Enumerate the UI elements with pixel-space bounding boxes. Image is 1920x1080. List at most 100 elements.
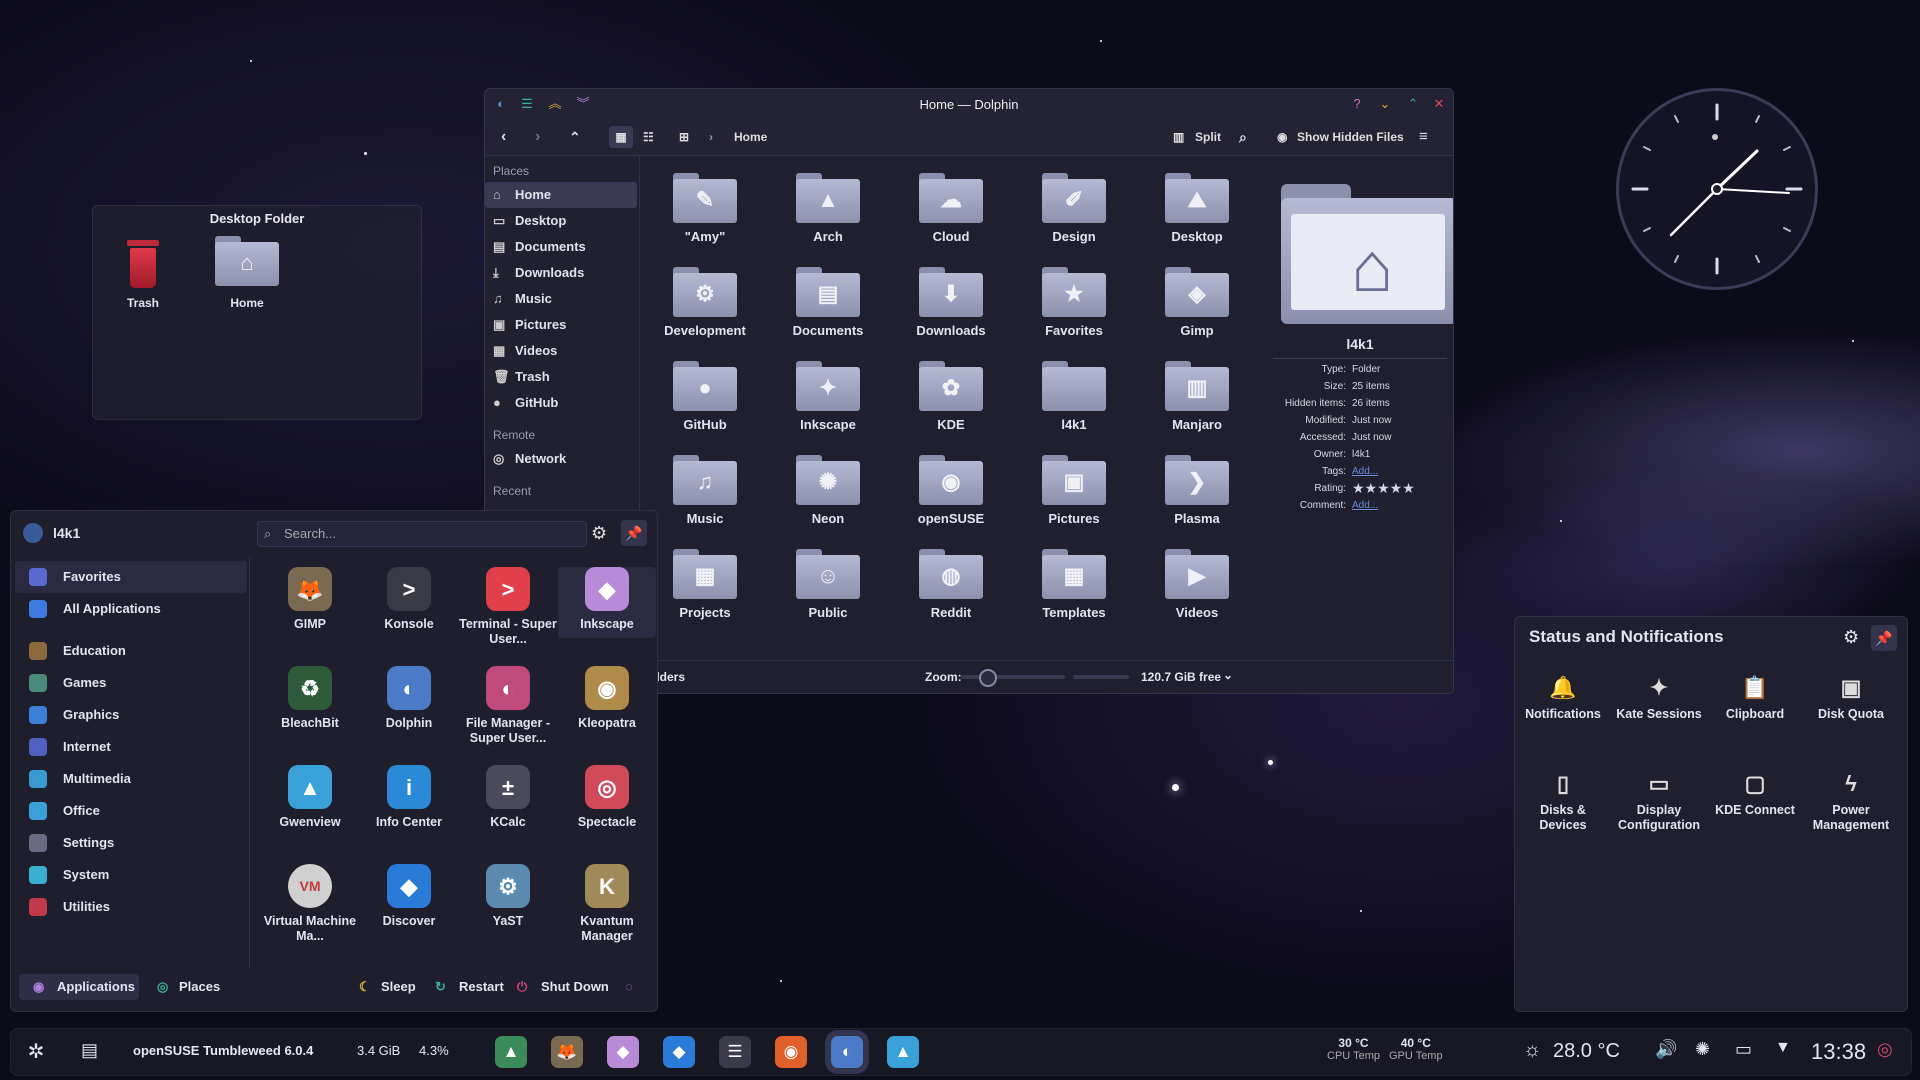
app-item[interactable]: ◆ Inkscape bbox=[558, 567, 656, 638]
category-settings[interactable]: Settings bbox=[15, 827, 247, 859]
app-item[interactable]: > Terminal - Super User... bbox=[459, 567, 557, 647]
category-multimedia[interactable]: Multimedia bbox=[15, 763, 247, 795]
pin-icon[interactable]: 📌 bbox=[1871, 625, 1897, 651]
clock-time[interactable]: 13:38 bbox=[1811, 1039, 1866, 1065]
app-item[interactable]: ◐ File Manager - Super User... bbox=[459, 666, 557, 746]
status-item-power-management[interactable]: ϟ Power Management bbox=[1803, 769, 1899, 833]
file-item[interactable]: ✦ Inkscape bbox=[768, 361, 888, 432]
file-item[interactable]: ▦ Templates bbox=[1014, 549, 1134, 620]
file-item[interactable]: ☺ Public bbox=[768, 549, 888, 620]
app-item[interactable]: ◐ Dolphin bbox=[360, 666, 458, 731]
app-item[interactable]: VM Virtual Machine Ma... bbox=[261, 864, 359, 944]
gwenview2-task[interactable]: ▲ bbox=[887, 1036, 919, 1068]
file-item[interactable]: ◉ openSUSE bbox=[891, 455, 1011, 526]
show-desktop-icon[interactable]: ▤ bbox=[81, 1040, 98, 1061]
app-item[interactable]: > Konsole bbox=[360, 567, 458, 632]
close-icon[interactable]: ✕ bbox=[1431, 96, 1447, 112]
app-item[interactable]: ◉ Kleopatra bbox=[558, 666, 656, 731]
details-view-icon[interactable]: ☷ bbox=[643, 126, 654, 148]
forward-icon[interactable]: › bbox=[535, 126, 540, 148]
app-item[interactable]: 🦊 GIMP bbox=[261, 567, 359, 632]
file-item[interactable]: ▤ Documents bbox=[768, 267, 888, 338]
place-downloads[interactable]: ⤓ Downloads bbox=[485, 260, 639, 286]
file-item[interactable]: ◍ Reddit bbox=[891, 549, 1011, 620]
status-item-disk-quota[interactable]: ▣ Disk Quota bbox=[1803, 673, 1899, 722]
sleep-button[interactable]: ☾ Sleep bbox=[359, 974, 416, 1000]
file-item[interactable]: ▣ Pictures bbox=[1014, 455, 1134, 526]
brightness-icon[interactable]: ✺ bbox=[1695, 1039, 1710, 1060]
file-item[interactable]: ▲ Arch bbox=[768, 173, 888, 244]
file-item[interactable]: ◈ Gimp bbox=[1137, 267, 1257, 338]
discover-task[interactable]: ◆ bbox=[663, 1036, 695, 1068]
desktop-item-home[interactable]: ⌂ Home bbox=[205, 236, 289, 310]
category-favorites[interactable]: Favorites bbox=[15, 561, 247, 593]
shutdown-button[interactable]: ⏻ Shut Down bbox=[517, 974, 609, 1000]
category-education[interactable]: Education bbox=[15, 635, 247, 667]
display-icon[interactable]: ▭ bbox=[1735, 1039, 1752, 1060]
mixer-task[interactable]: ☰ bbox=[719, 1036, 751, 1068]
zoom-slider-handle[interactable] bbox=[979, 669, 997, 687]
app-item[interactable]: ▲ Gwenview bbox=[261, 765, 359, 830]
footer-places[interactable]: ◎ Places bbox=[153, 974, 220, 1000]
app-item[interactable]: ⚙ YaST bbox=[459, 864, 557, 929]
minimize-icon[interactable]: ⌄ bbox=[1377, 96, 1393, 112]
file-item[interactable]: ● GitHub bbox=[645, 361, 765, 432]
category-all-applications[interactable]: All Applications bbox=[15, 593, 247, 625]
file-item[interactable]: ▥ Manjaro bbox=[1137, 361, 1257, 432]
file-item[interactable]: ✎ "Amy" bbox=[645, 173, 765, 244]
file-item[interactable]: ✺ Neon bbox=[768, 455, 888, 526]
file-item[interactable]: ⬇ Downloads bbox=[891, 267, 1011, 338]
status-item-kate-sessions[interactable]: ✦ Kate Sessions bbox=[1611, 673, 1707, 722]
file-item[interactable]: ▦ Projects bbox=[645, 549, 765, 620]
app-item[interactable]: ◎ Spectacle bbox=[558, 765, 656, 830]
file-item[interactable]: ★ Favorites bbox=[1014, 267, 1134, 338]
up-icon[interactable]: ⌃ bbox=[569, 126, 581, 148]
avatar[interactable] bbox=[23, 523, 43, 543]
back-icon[interactable]: ‹ bbox=[501, 126, 506, 148]
search-field[interactable]: ⌕ Search... bbox=[257, 521, 587, 547]
settings-icon[interactable]: ⚙ bbox=[591, 523, 607, 544]
status-item-display-configuration[interactable]: ▭ Display Configuration bbox=[1611, 769, 1707, 833]
status-item-kde-connect[interactable]: ▢ KDE Connect bbox=[1707, 769, 1803, 818]
configure-icon[interactable]: ⚙ bbox=[1843, 627, 1859, 648]
icons-view-icon[interactable]: ▦ bbox=[609, 126, 633, 148]
free-space-text[interactable]: 120.7 GiB free bbox=[1141, 670, 1221, 684]
pin-icon[interactable]: 📌 bbox=[621, 520, 647, 546]
file-item[interactable]: ☁ Cloud bbox=[891, 173, 1011, 244]
split-button[interactable]: Split bbox=[1195, 126, 1221, 148]
restart-button[interactable]: ↻ Restart bbox=[435, 974, 504, 1000]
gwenview-task[interactable]: ▲ bbox=[495, 1036, 527, 1068]
file-item[interactable]: ✿ KDE bbox=[891, 361, 1011, 432]
app-item[interactable]: K Kvantum Manager bbox=[558, 864, 656, 944]
app-item[interactable]: ◆ Discover bbox=[360, 864, 458, 929]
status-item-clipboard[interactable]: 📋 Clipboard bbox=[1707, 673, 1803, 722]
place-trash[interactable]: 🗑 Trash bbox=[485, 364, 639, 390]
app-item[interactable]: ♻ BleachBit bbox=[261, 666, 359, 731]
app-item[interactable]: i Info Center bbox=[360, 765, 458, 830]
place-desktop[interactable]: ▭ Desktop bbox=[485, 208, 639, 234]
firefox-task[interactable]: ◉ bbox=[775, 1036, 807, 1068]
file-item[interactable]: ♫ Music bbox=[645, 455, 765, 526]
place-videos[interactable]: ▦ Videos bbox=[485, 338, 639, 364]
expand-tray-icon[interactable]: ▼ bbox=[1775, 1039, 1791, 1057]
weather-icon[interactable]: ☼ bbox=[1523, 1039, 1541, 1062]
file-item[interactable]: l4k1 bbox=[1014, 361, 1134, 432]
application-launcher-button[interactable]: ✲ bbox=[21, 1037, 51, 1067]
file-item[interactable]: ⚙ Development bbox=[645, 267, 765, 338]
place-network[interactable]: ◎ Network bbox=[485, 446, 639, 472]
volume-icon[interactable]: 🔊 bbox=[1655, 1039, 1677, 1060]
category-utilities[interactable]: Utilities bbox=[15, 891, 247, 923]
file-item[interactable]: ▶ Videos bbox=[1137, 549, 1257, 620]
chevron-down-icon[interactable]: ⌄ bbox=[1223, 668, 1233, 682]
maximize-icon[interactable]: ⌃ bbox=[1405, 96, 1421, 112]
show-hidden-files-button[interactable]: Show Hidden Files bbox=[1297, 126, 1404, 148]
hamburger-menu-icon[interactable]: ≡ bbox=[1419, 126, 1428, 148]
file-item[interactable]: ❯ Plasma bbox=[1137, 455, 1257, 526]
split-tree-icon[interactable]: ⊞ bbox=[679, 126, 689, 148]
leave-icon[interactable]: ◌ bbox=[625, 974, 633, 1000]
file-item[interactable]: ✐ Design bbox=[1014, 173, 1134, 244]
weather-temp[interactable]: 28.0 °C bbox=[1553, 1040, 1620, 1063]
gimp-task[interactable]: 🦊 bbox=[551, 1036, 583, 1068]
category-graphics[interactable]: Graphics bbox=[15, 699, 247, 731]
status-item-disks-devices[interactable]: ▯ Disks & Devices bbox=[1515, 769, 1611, 833]
